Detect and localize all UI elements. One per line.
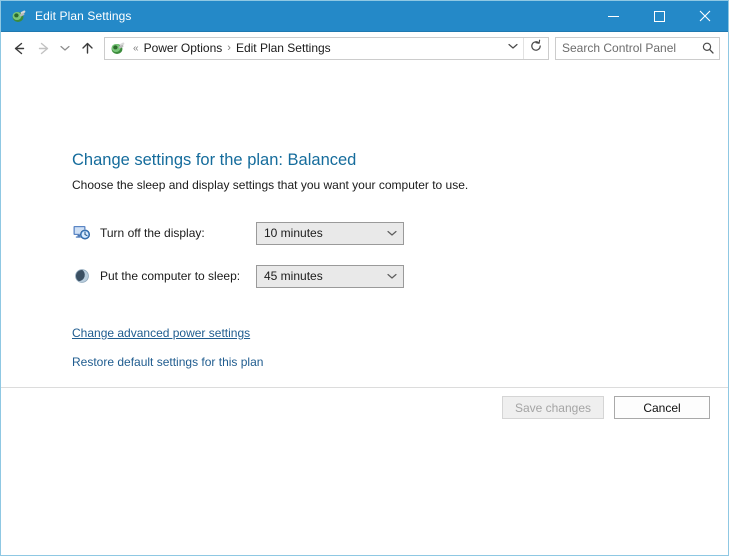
chevron-down-icon [507,39,519,57]
address-dropdown-button[interactable] [503,38,523,59]
address-bar[interactable]: « Power Options › Edit Plan Settings [104,37,549,60]
put-computer-to-sleep-dropdown[interactable]: 45 minutes [256,265,404,288]
chevron-down-icon[interactable] [381,270,403,282]
refresh-button[interactable] [523,38,548,59]
save-changes-button[interactable]: Save changes [502,396,604,419]
minimize-button[interactable] [590,1,636,31]
setting-label-turn-off-display: Turn off the display: [100,226,256,240]
chevron-down-icon [59,42,71,54]
breadcrumb-item-power-options[interactable]: Power Options [142,41,225,55]
search-icon[interactable] [697,41,719,55]
forward-button[interactable] [31,36,55,60]
navigation-bar: « Power Options › Edit Plan Settings [1,32,728,65]
window-title: Edit Plan Settings [35,9,132,23]
recent-locations-button[interactable] [55,36,75,60]
sleep-moon-icon [72,266,92,286]
up-arrow-icon [79,40,96,57]
forward-arrow-icon [35,40,52,57]
edit-plan-settings-window: Edit Plan Settings [0,0,729,556]
breadcrumb-overflow[interactable]: « [130,43,142,54]
restore-default-settings-link[interactable]: Restore default settings for this plan [72,355,263,369]
dropdown-value: 45 minutes [257,269,381,283]
footer-buttons: Save changes Cancel [502,396,710,419]
footer-separator [1,387,728,388]
cancel-button[interactable]: Cancel [614,396,710,419]
back-arrow-icon [11,40,28,57]
page-subtitle: Choose the sleep and display settings th… [72,178,468,192]
setting-row: Put the computer to sleep: 45 minutes [72,265,404,287]
refresh-icon [529,39,543,58]
dropdown-value: 10 minutes [257,226,381,240]
close-button[interactable] [682,1,728,31]
window-controls [590,1,728,31]
up-button[interactable] [75,36,99,60]
search-input[interactable] [556,41,697,55]
maximize-button[interactable] [636,1,682,31]
breadcrumb-separator[interactable]: › [224,42,234,54]
setting-label-put-computer-to-sleep: Put the computer to sleep: [100,269,256,283]
search-box[interactable] [555,37,720,60]
breadcrumb-power-plug-icon [110,40,126,56]
setting-row: Turn off the display: 10 minutes [72,222,404,244]
title-bar[interactable]: Edit Plan Settings [1,1,728,32]
breadcrumb-item-edit-plan-settings[interactable]: Edit Plan Settings [234,41,333,55]
power-plug-icon [11,8,27,24]
turn-off-display-dropdown[interactable]: 10 minutes [256,222,404,245]
page-title: Change settings for the plan: Balanced [72,151,356,170]
back-button[interactable] [7,36,31,60]
content-area: Change settings for the plan: Balanced C… [1,65,728,555]
monitor-clock-icon [72,223,92,243]
chevron-down-icon[interactable] [381,227,403,239]
change-advanced-power-settings-link[interactable]: Change advanced power settings [72,326,250,340]
